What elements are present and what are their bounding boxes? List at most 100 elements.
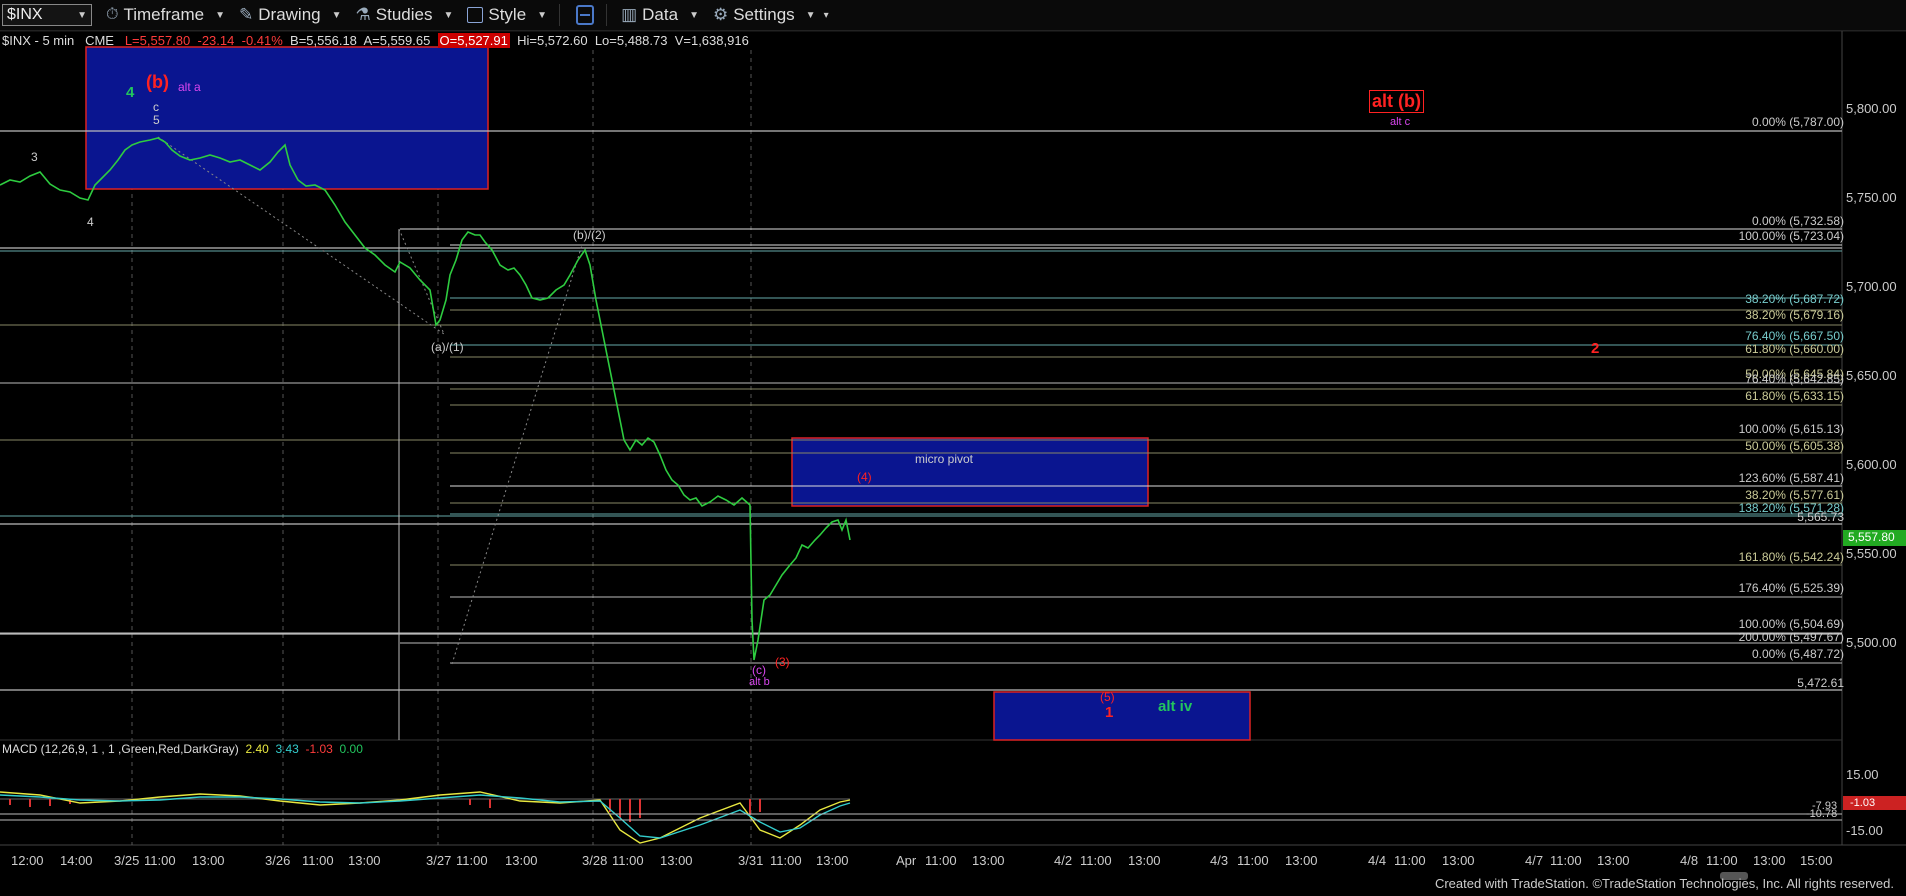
time-tick: 11:00 <box>1706 853 1738 868</box>
time-tick: 14:00 <box>60 853 93 868</box>
time-tick: 13:00 <box>1597 853 1630 868</box>
fib-label: 38.20% (5,577.61) <box>1745 488 1844 502</box>
fib-label: 100.00% (5,723.04) <box>1738 229 1844 243</box>
fib-label: 76.40% (5,667.50) <box>1745 329 1844 343</box>
fib-label: 50.00% (5,605.38) <box>1745 439 1844 453</box>
time-tick: 13:00 <box>348 853 381 868</box>
volume: V=1,638,916 <box>674 33 749 48</box>
macd-value: 2.40 <box>245 742 269 756</box>
price-tick: 5,650.00 <box>1846 368 1897 383</box>
alt-iv-box <box>993 691 1251 741</box>
wave-label: (b)/(2) <box>573 228 606 242</box>
fib-label: 200.00% (5,497.67) <box>1738 630 1844 644</box>
fib-label: 5,565.73 <box>1797 510 1844 524</box>
fib-label: 161.80% (5,542.24) <box>1738 550 1844 564</box>
time-tick: 11:00 <box>144 853 176 868</box>
time-tick: 13:00 <box>1753 853 1786 868</box>
macd-hist-value: -1.03 <box>305 742 333 756</box>
symbol-interval: $INX - 5 min <box>2 33 75 48</box>
time-tick: 11:00 <box>612 853 644 868</box>
time-tick: 13:00 <box>1442 853 1475 868</box>
micro-pivot-label: micro pivot <box>915 452 974 466</box>
fib-label: 0.00% (5,787.00) <box>1751 115 1844 129</box>
price-tick: 5,700.00 <box>1846 279 1897 294</box>
open-price: O=5,527.91 <box>437 33 510 48</box>
bid: B=5,556.18 <box>290 33 357 48</box>
wave-label: alt b <box>749 676 770 688</box>
time-tick: 13:00 <box>816 853 849 868</box>
price-tick: 5,550.00 <box>1846 546 1897 561</box>
time-tick: 11:00 <box>925 853 957 868</box>
wave-label: (4) <box>857 470 872 484</box>
price-tick: 5,500.00 <box>1846 635 1897 650</box>
last-price-label: 5,557.80 <box>1848 530 1895 544</box>
time-tick: 13:00 <box>192 853 225 868</box>
time-tick: 4/4 <box>1368 853 1387 868</box>
time-tick: 13:00 <box>505 853 538 868</box>
time-tick: 3/26 <box>265 853 291 868</box>
fib-label: 5,472.61 <box>1797 676 1844 690</box>
time-tick: 3/28 <box>582 853 608 868</box>
wave-label: 3 <box>31 150 38 164</box>
time-tick: 4/7 <box>1525 853 1544 868</box>
wave-label: alt (b) <box>1369 90 1424 113</box>
time-tick: 11:00 <box>1237 853 1269 868</box>
macd-last-label: -1.03 <box>1850 797 1876 809</box>
wave-label: 4 <box>126 84 135 101</box>
price-tick: 5,800.00 <box>1846 101 1897 116</box>
fib-label: 61.80% (5,633.15) <box>1745 389 1844 403</box>
time-tick: 13:00 <box>1285 853 1318 868</box>
time-tick: 13:00 <box>660 853 693 868</box>
macd-signal-value: 3.43 <box>275 742 299 756</box>
time-tick: 13:00 <box>972 853 1005 868</box>
time-tick: 15:00 <box>1800 853 1833 868</box>
copyright-footer: Created with TradeStation. ©TradeStation… <box>1434 876 1894 891</box>
symbol-info-line: $INX - 5 min CME L=5,557.80 -23.14 -0.41… <box>2 33 749 48</box>
time-tick: 11:00 <box>1550 853 1582 868</box>
time-tick: 12:00 <box>11 853 44 868</box>
wave-label: 2 <box>1591 340 1600 357</box>
fib-label: 176.40% (5,525.39) <box>1738 581 1844 595</box>
high-price: Hi=5,572.60 <box>517 33 588 48</box>
macd-tick: -15.00 <box>1846 823 1883 838</box>
horizontal-levels <box>0 130 1842 691</box>
macd-legend: MACD (12,26,9, 1 , 1 ,Green,Red,DarkGray… <box>2 742 363 756</box>
price-chart[interactable] <box>0 0 1906 896</box>
time-tick: 11:00 <box>1394 853 1426 868</box>
fib-label: 38.20% (5,679.16) <box>1745 308 1844 322</box>
fib-label: 100.00% (5,615.13) <box>1738 422 1844 436</box>
time-tick: 11:00 <box>770 853 802 868</box>
micro-pivot-box <box>791 437 1149 507</box>
wave-label: (5) <box>1100 690 1115 704</box>
wave-label: c <box>153 100 159 114</box>
time-tick: 11:00 <box>1080 853 1112 868</box>
wave-label: alt a <box>178 80 201 94</box>
pct-change: -0.41% <box>241 33 283 48</box>
time-tick: 11:00 <box>456 853 488 868</box>
wave-label: 4 <box>87 215 94 229</box>
wave-label: alt iv <box>1158 698 1193 715</box>
wave-label: (a)/(1) <box>431 340 464 354</box>
time-tick: 3/31 <box>738 853 764 868</box>
net-change: -23.14 <box>197 33 235 48</box>
wave-label: (3) <box>775 655 790 669</box>
fib-label: 123.60% (5,587.41) <box>1738 471 1844 485</box>
wave-label: alt c <box>1390 116 1411 128</box>
time-tick: 3/27 <box>426 853 452 868</box>
macd-readout: -10.78 <box>1806 808 1838 820</box>
time-tick: 13:00 <box>1128 853 1161 868</box>
wave-label: 5 <box>153 113 160 127</box>
wave-label: 1 <box>1105 704 1114 721</box>
macd-zero-value: 0.00 <box>339 742 363 756</box>
low-price: Lo=5,488.73 <box>594 33 668 48</box>
time-tick: Apr <box>896 853 917 868</box>
fib-label: 100.00% (5,504.69) <box>1738 617 1844 631</box>
price-tick: 5,750.00 <box>1846 190 1897 205</box>
last-price: L=5,557.80 <box>124 33 191 48</box>
fib-label: 61.80% (5,660.00) <box>1745 342 1844 356</box>
wave-b-box <box>85 46 489 190</box>
trend-lines <box>157 136 583 665</box>
macd-signal <box>0 794 851 839</box>
fib-label: 76.40% (5,642.85) <box>1745 372 1844 386</box>
wave-label: (c) <box>752 663 766 677</box>
